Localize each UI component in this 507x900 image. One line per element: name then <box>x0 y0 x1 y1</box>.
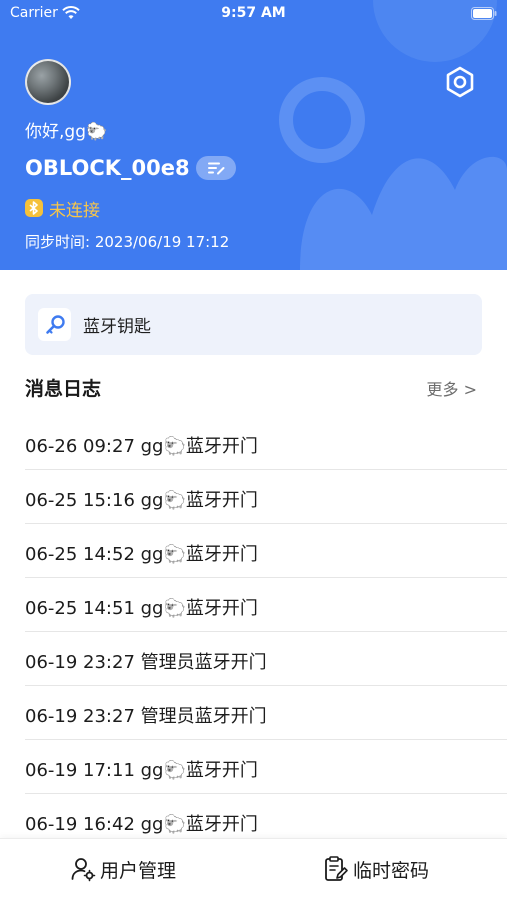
log-entry: 06-25 15:16 gg🐑蓝牙开门 <box>0 470 507 524</box>
header-panel: Carrier 9:57 AM 你好,gg🐑 OBLOCK_00e8 未连接 同… <box>0 0 507 270</box>
clipboard-edit-icon <box>325 856 348 881</box>
user-gear-icon <box>71 858 96 882</box>
log-entry: 06-26 09:27 gg🐑蓝牙开门 <box>0 416 507 470</box>
log-list: 06-26 09:27 gg🐑蓝牙开门 06-25 15:16 gg🐑蓝牙开门 … <box>0 416 507 848</box>
connection-status[interactable]: 未连接 <box>25 196 100 221</box>
rename-device-button[interactable] <box>195 156 236 180</box>
status-bar: Carrier 9:57 AM <box>0 0 507 30</box>
clock-label: 9:57 AM <box>221 5 286 21</box>
device-name: OBLOCK_00e8 <box>25 156 190 180</box>
connection-status-text: 未连接 <box>49 200 100 221</box>
bluetooth-key-card[interactable]: 蓝牙钥匙 <box>25 294 482 355</box>
log-entry: 06-25 14:52 gg🐑蓝牙开门 <box>0 524 507 578</box>
tab-user-management[interactable]: 用户管理 <box>70 855 176 883</box>
avatar[interactable] <box>25 59 71 105</box>
log-entry-text: 06-25 14:51 gg🐑蓝牙开门 <box>25 598 258 619</box>
log-entry-text: 06-19 16:42 gg🐑蓝牙开门 <box>25 814 258 835</box>
greeting-text: 你好,gg🐑 <box>25 122 108 142</box>
log-entry: 06-19 17:11 gg🐑蓝牙开门 <box>0 740 507 794</box>
log-entry: 06-19 23:27 管理员蓝牙开门 <box>0 632 507 686</box>
settings-hexagon-icon[interactable] <box>443 65 477 99</box>
bottom-tab-bar: 用户管理 临时密码 <box>0 838 507 900</box>
log-more-link[interactable]: 更多 > <box>427 376 478 400</box>
key-icon <box>38 308 71 341</box>
log-header: 消息日志 更多 > <box>25 370 482 404</box>
log-entry-text: 06-25 15:16 gg🐑蓝牙开门 <box>25 490 258 511</box>
log-entry: 06-25 14:51 gg🐑蓝牙开门 <box>0 578 507 632</box>
log-title: 消息日志 <box>25 378 102 400</box>
device-row: OBLOCK_00e8 <box>25 152 236 184</box>
battery-icon <box>471 7 497 20</box>
log-entry-text: 06-26 09:27 gg🐑蓝牙开门 <box>25 436 258 457</box>
edit-list-icon <box>207 162 225 175</box>
bluetooth-key-label: 蓝牙钥匙 <box>83 317 151 337</box>
tab-temp-password[interactable]: 临时密码 <box>323 855 429 883</box>
tab-user-management-label: 用户管理 <box>100 859 177 882</box>
log-entry-text: 06-19 23:27 管理员蓝牙开门 <box>25 706 267 727</box>
log-entry: 06-19 23:27 管理员蓝牙开门 <box>0 686 507 740</box>
log-entry-text: 06-19 23:27 管理员蓝牙开门 <box>25 652 267 673</box>
log-entry-text: 06-25 14:52 gg🐑蓝牙开门 <box>25 544 258 565</box>
tab-temp-password-label: 临时密码 <box>353 859 430 882</box>
log-entry-text: 06-19 17:11 gg🐑蓝牙开门 <box>25 760 258 781</box>
sync-time: 同步时间: 2023/06/19 17:12 <box>25 233 230 251</box>
bluetooth-icon <box>25 199 43 217</box>
